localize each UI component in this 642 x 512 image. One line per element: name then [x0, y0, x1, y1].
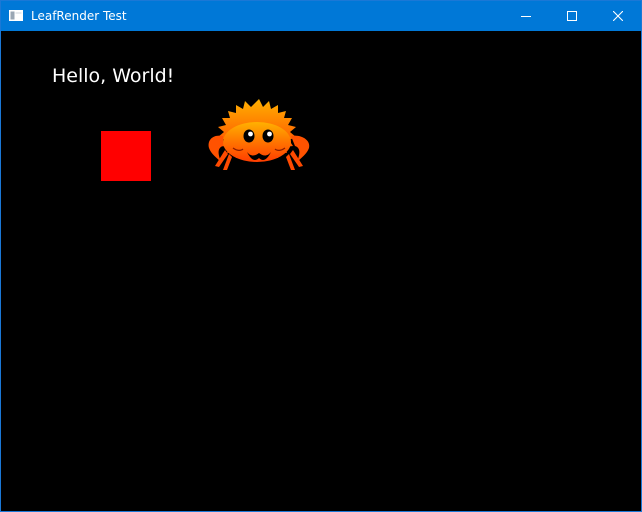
minimize-button[interactable]: [503, 1, 549, 31]
close-icon: [613, 11, 623, 21]
maximize-icon: [567, 11, 577, 21]
red-square: [101, 131, 151, 181]
close-button[interactable]: [595, 1, 641, 31]
app-window-icon: [9, 10, 23, 21]
maximize-button[interactable]: [549, 1, 595, 31]
greeting-text: Hello, World!: [52, 65, 175, 87]
minimize-icon: [521, 16, 531, 17]
render-canvas[interactable]: Hello, World!: [1, 31, 641, 511]
app-window: LeafRender Test Hello, World!: [0, 0, 642, 512]
window-title: LeafRender Test: [31, 9, 127, 23]
title-bar[interactable]: LeafRender Test: [1, 1, 641, 31]
ferris-crab-icon: [208, 99, 310, 170]
